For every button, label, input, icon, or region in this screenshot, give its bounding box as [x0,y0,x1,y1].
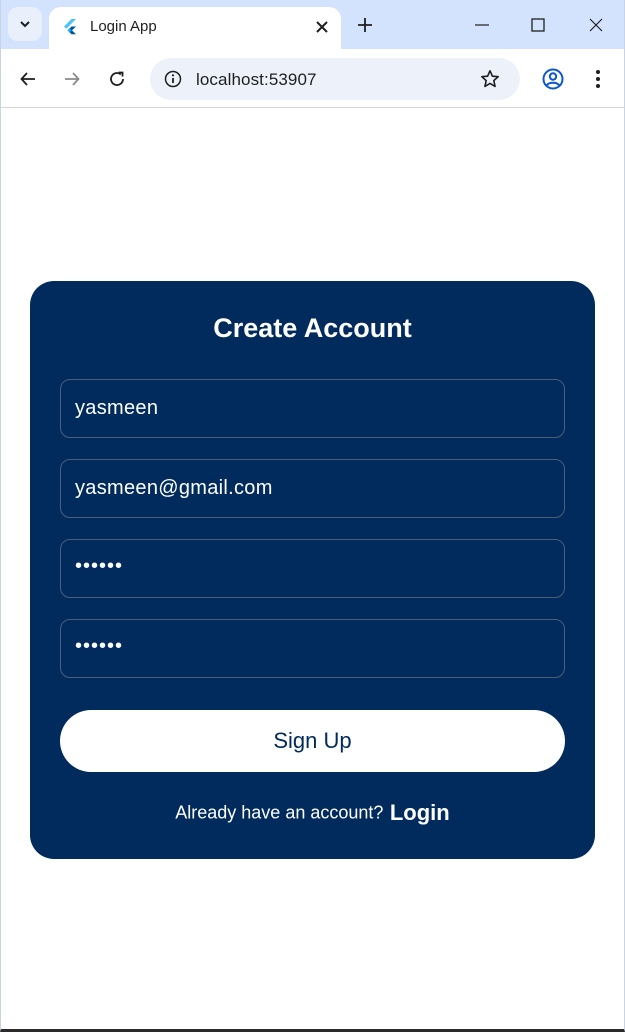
forward-arrow-icon [65,72,80,86]
signup-card: Create Account yasmeen yasmeen@gmail.com… [30,281,595,859]
username-field[interactable]: yasmeen [60,379,565,438]
url-text[interactable]: localhost:53907 [196,70,317,90]
email-value: yasmeen@gmail.com [75,477,273,499]
confirm-password-value: •••••• [75,635,124,657]
back-button[interactable] [13,64,43,94]
tab-title: Login App [90,18,157,35]
password-value: •••••• [75,555,124,577]
forward-button[interactable] [57,64,87,94]
minimize-icon [475,24,489,26]
browser-toolbar: localhost:53907 [1,49,624,108]
reload-button[interactable] [102,64,132,94]
login-link[interactable]: Login [390,800,450,825]
reload-icon [110,71,124,86]
page-title: Create Account [213,313,412,343]
password-field[interactable]: •••••• [60,539,565,598]
login-prompt-text: Already have an account? [175,802,384,823]
plus-icon [358,18,372,32]
login-prompt: Already have an account? Login [30,800,595,826]
close-window-button[interactable] [581,10,611,40]
tab-strip: Login App [1,0,624,49]
kebab-menu-icon [596,70,600,88]
info-icon [164,70,182,88]
bookmark-button[interactable] [477,66,503,92]
minimize-button[interactable] [467,10,497,40]
back-arrow-icon [20,72,35,86]
confirm-password-field[interactable]: •••••• [60,619,565,678]
maximize-icon [531,18,545,32]
address-bar[interactable]: localhost:53907 [150,58,520,100]
profile-button[interactable] [538,64,568,94]
sign-up-button[interactable]: Sign Up [60,710,565,772]
tab-login-app[interactable]: Login App [49,7,341,49]
new-tab-button[interactable] [354,14,376,36]
chevron-down-icon [20,21,30,28]
star-icon [481,70,499,88]
username-value: yasmeen [75,397,159,419]
tab-search-button[interactable] [8,7,42,41]
flutter-logo-icon [64,19,76,35]
maximize-button[interactable] [523,10,553,40]
tab-close-button[interactable] [311,16,333,38]
browser-window: Login App localhost:53907 Create Account… [0,0,625,1032]
email-field[interactable]: yasmeen@gmail.com [60,459,565,518]
site-info-button[interactable] [159,65,187,93]
profile-icon [542,68,564,90]
close-icon [316,21,328,33]
browser-menu-button[interactable] [583,64,613,94]
close-window-icon [589,18,603,32]
